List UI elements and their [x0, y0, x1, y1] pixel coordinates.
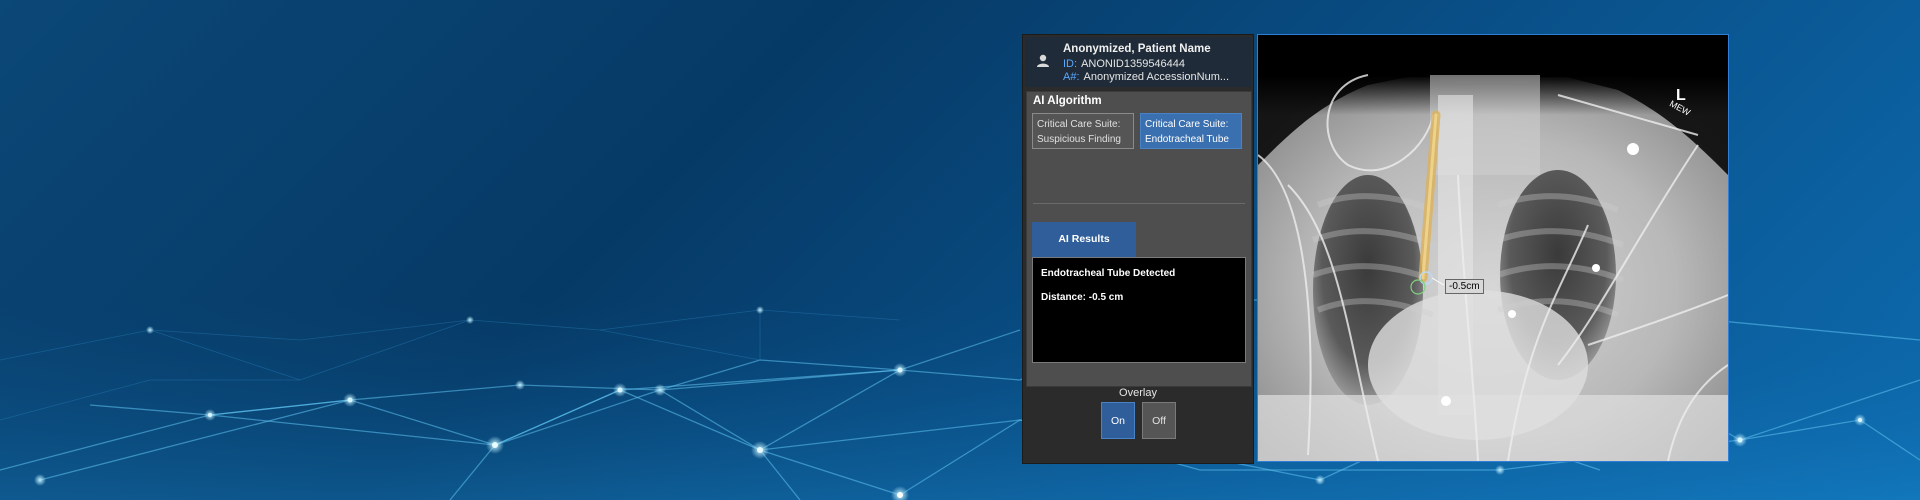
tab-ai-results[interactable]: AI Results: [1032, 222, 1136, 257]
result-distance: Distance: -0.5 cm: [1041, 292, 1124, 303]
algorithm-option-line1: Critical Care Suite:: [1037, 119, 1121, 130]
patient-id-label: ID:: [1063, 58, 1078, 70]
section-divider: [1033, 203, 1245, 204]
user-icon: [1035, 53, 1051, 69]
accession-value: Anonymized AccessionNum...: [1083, 71, 1230, 83]
algorithm-option-line1: Critical Care Suite:: [1145, 119, 1229, 130]
algorithm-option-line2: Suspicious Finding: [1037, 134, 1121, 145]
tube-distance-label: -0.5cm: [1445, 279, 1484, 294]
overlay-on-button[interactable]: On: [1101, 402, 1135, 439]
xray-image-viewer[interactable]: -0.5cm L MEW: [1257, 34, 1729, 462]
algorithm-option-suspicious-finding[interactable]: Critical Care Suite: Suspicious Finding: [1032, 113, 1134, 149]
algorithm-option-line2: Endotracheal Tube: [1145, 134, 1229, 145]
patient-header: Anonymized, Patient Name ID: ANONID135954…: [1025, 37, 1251, 87]
overlay-label: Overlay: [1119, 387, 1157, 399]
patient-name: Anonymized, Patient Name: [1063, 43, 1211, 55]
algorithm-option-endotracheal-tube[interactable]: Critical Care Suite: Endotracheal Tube: [1140, 113, 1242, 149]
patient-id-value: ANONID1359546444: [1081, 58, 1186, 70]
ai-results-box: Endotracheal Tube Detected Distance: -0.…: [1032, 257, 1246, 363]
overlay-off-button[interactable]: Off: [1142, 402, 1176, 439]
patient-id: ID: ANONID1359546444: [1063, 58, 1249, 70]
ai-algorithm-section: AI Algorithm Critical Care Suite: Suspic…: [1026, 91, 1252, 387]
ai-results-panel: Anonymized, Patient Name ID: ANONID135954…: [1022, 34, 1254, 464]
ai-algorithm-title: AI Algorithm: [1033, 95, 1102, 107]
result-detection: Endotracheal Tube Detected: [1041, 268, 1176, 279]
accession-label: A#:: [1063, 71, 1080, 83]
chest-xray-image: [1258, 35, 1728, 461]
accession-number: A#: Anonymized AccessionNum...: [1063, 71, 1249, 83]
